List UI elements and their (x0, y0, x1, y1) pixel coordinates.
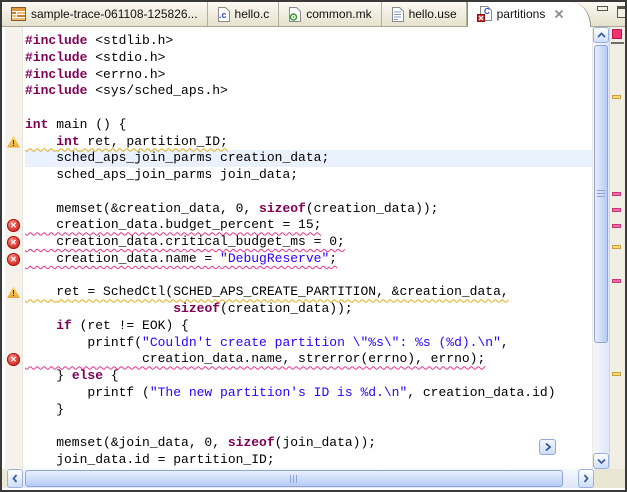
tab-close-icon[interactable] (554, 9, 564, 19)
code-line[interactable]: ret = SchedCtl(SCHED_APS_CREATE_PARTITIO… (25, 284, 592, 301)
overview-error-marker[interactable] (612, 192, 621, 196)
scroll-right-button[interactable] (578, 469, 594, 488)
code-line[interactable]: int main () { (25, 117, 592, 134)
overview-error-indicator[interactable] (612, 29, 622, 39)
scrollbar-corner (594, 469, 625, 488)
code-line[interactable]: printf("Couldn't create partition \"%s\"… (25, 335, 592, 352)
error-annotation-icon[interactable]: ✕ (7, 219, 20, 232)
editor-tab-bar: sample-trace-061108-125826... .c hello.c… (2, 2, 625, 27)
maximize-editor-button[interactable] (617, 6, 627, 18)
code-line[interactable]: } (25, 402, 592, 419)
tab-label: partitions (497, 7, 546, 21)
error-annotation-icon[interactable]: ✕ (7, 236, 20, 249)
vertical-scrollbar[interactable] (592, 27, 609, 469)
code-line[interactable] (25, 268, 592, 285)
horizontal-scrollbar[interactable] (7, 469, 594, 488)
tab-sample-trace[interactable]: sample-trace-061108-125826... (2, 2, 208, 26)
overview-ruler-separator (611, 42, 624, 44)
error-annotation-icon[interactable]: ✕ (7, 353, 20, 366)
minimize-editor-button[interactable] (597, 6, 608, 12)
overview-warning-marker[interactable] (612, 95, 621, 99)
use-file-icon (391, 7, 404, 22)
code-line[interactable]: memset(&join_data, 0, sizeof(join_data))… (25, 435, 592, 452)
vertical-scroll-thumb[interactable] (594, 45, 608, 343)
tab-label: hello.use (409, 7, 457, 21)
tab-label: common.mk (306, 7, 371, 21)
code-line[interactable]: printf ("The new partition's ID is %d.\n… (25, 385, 592, 402)
overview-error-marker[interactable] (612, 208, 621, 212)
code-line[interactable]: #include <stdio.h> (25, 50, 592, 67)
code-line[interactable]: #include <stdlib.h> (25, 33, 592, 50)
code-line[interactable]: if (ret != EOK) { (25, 318, 592, 335)
code-line[interactable]: #include <errno.h> (25, 67, 592, 84)
code-line[interactable]: int ret, partition_ID; (25, 134, 592, 151)
makefile-icon (288, 7, 301, 22)
tab-label: hello.c (235, 7, 270, 21)
tab-partitions[interactable]: C partitions (467, 2, 592, 26)
code-line[interactable]: memset(&creation_data, 0, sizeof(creatio… (25, 201, 592, 218)
code-line[interactable]: creation_data.name, strerror(errno), err… (25, 351, 592, 368)
scroll-left-button[interactable] (7, 469, 23, 488)
code-line[interactable] (25, 418, 592, 435)
tab-label: sample-trace-061108-125826... (31, 7, 198, 21)
overview-error-marker[interactable] (612, 279, 621, 283)
vertical-scroll-track[interactable] (593, 43, 609, 453)
overview-ruler (609, 27, 625, 469)
horizontal-scroll-thumb[interactable] (25, 470, 563, 487)
c-file-with-error-icon: C (477, 6, 492, 22)
scroll-up-button[interactable] (593, 27, 609, 43)
code-line[interactable]: #include <sys/sched_aps.h> (25, 83, 592, 100)
code-line[interactable]: sched_aps_join_parms join_data; (25, 167, 592, 184)
thumb-grip (597, 190, 605, 198)
code-area[interactable]: #include <stdlib.h>#include <stdio.h>#in… (23, 27, 592, 469)
svg-text:.c: .c (219, 10, 227, 20)
horizontal-scroll-track[interactable] (23, 469, 578, 488)
thumb-grip (290, 475, 298, 483)
overview-error-marker[interactable] (612, 224, 621, 228)
editor-body: ! ✕ ✕ ✕! ✕ #include <stdlib.h>#include <stdi… (2, 27, 625, 469)
code-line[interactable]: } else { (25, 368, 592, 385)
c-source-file-icon: .c (217, 7, 230, 22)
code-line[interactable]: creation_data.critical_budget_ms = 0; (25, 234, 592, 251)
expand-collapsed-text-button[interactable] (539, 439, 556, 455)
code-line[interactable]: sizeof(creation_data)); (25, 301, 592, 318)
error-annotation-icon[interactable]: ✕ (7, 253, 20, 266)
code-line[interactable]: join_data.id = partition_ID; (25, 452, 592, 469)
overview-warning-marker[interactable] (612, 245, 621, 249)
code-line[interactable] (25, 184, 592, 201)
scroll-down-button[interactable] (593, 453, 609, 469)
code-line[interactable]: creation_data.budget_percent = 15; (25, 217, 592, 234)
code-line[interactable] (25, 100, 592, 117)
code-line[interactable]: creation_data.name = "DebugReserve"; (25, 251, 592, 268)
bottom-scroll-row (2, 469, 625, 488)
overview-warning-marker[interactable] (612, 372, 621, 376)
tab-hello-use[interactable]: hello.use (382, 2, 467, 26)
tab-common-mk[interactable]: common.mk (279, 2, 381, 26)
editor-window: sample-trace-061108-125826... .c hello.c… (0, 0, 627, 492)
warning-annotation-icon[interactable]: ! (7, 286, 20, 298)
tab-hello-c[interactable]: .c hello.c (208, 2, 280, 26)
annotation-gutter: ! ✕ ✕ ✕! ✕ (5, 27, 23, 469)
trace-grid-icon (11, 7, 26, 21)
current-code-line[interactable]: sched_aps_join_parms creation_data; (25, 150, 592, 167)
view-controls (591, 2, 627, 26)
warning-annotation-icon[interactable]: ! (7, 136, 20, 148)
